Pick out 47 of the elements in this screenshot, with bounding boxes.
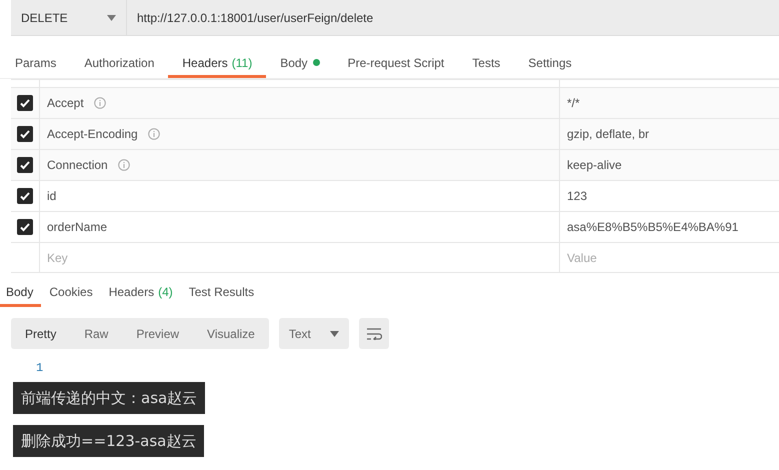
header-key: Connection (47, 156, 108, 174)
view-mode-tab[interactable]: Visualize (193, 318, 269, 349)
header-value: keep-alive (567, 157, 622, 174)
caret-icon (330, 330, 339, 336)
checkmark-icon (19, 159, 31, 171)
request-tab[interactable]: Tests (458, 47, 514, 78)
console-output: 前端传递的中文：asa赵云 (13, 382, 206, 414)
request-tab[interactable]: Body (266, 47, 334, 78)
response-tab[interactable]: Cookies (41, 276, 101, 307)
checkbox[interactable] (17, 126, 33, 142)
header-value: 123 (567, 188, 588, 205)
wrap-icon (366, 328, 382, 340)
header-key: orderName (47, 218, 108, 236)
checkbox[interactable] (17, 188, 33, 204)
header-key: Accept (47, 94, 84, 112)
key-field[interactable]: Key (40, 243, 560, 272)
checkmark-icon (19, 97, 31, 109)
checkmark-icon (19, 221, 31, 233)
header-value: asa%E8%B5%B5%E4%BA%91 (567, 219, 738, 236)
response-tab[interactable]: Headers (4) (100, 276, 181, 307)
view-mode-tab[interactable]: Raw (70, 318, 122, 349)
response-tab[interactable]: Body (0, 276, 42, 307)
view-mode-tab[interactable]: Preview (122, 318, 194, 349)
header-key: Accept-Encoding (47, 125, 138, 143)
request-tab[interactable]: Settings (514, 47, 586, 78)
url-field[interactable]: http://127.0.0.1:18001/user/userFeign/delete (127, 0, 779, 36)
checkbox[interactable] (17, 95, 33, 111)
view-mode-tab[interactable]: Pretty (11, 318, 70, 349)
checkmark-icon (19, 190, 31, 202)
request-tab[interactable]: Params (0, 47, 70, 78)
response-tab[interactable]: Test Results (180, 276, 262, 307)
line-number: 1 (36, 360, 44, 377)
value-field[interactable]: Value (560, 243, 779, 272)
console-output: 删除成功==123-asa赵云 (13, 425, 204, 457)
format-dropdown[interactable]: Text (278, 318, 349, 349)
request-tab[interactable]: Authorization (70, 47, 168, 78)
request-tab[interactable]: Pre-request Script (334, 47, 458, 78)
checkmark-icon (19, 128, 31, 140)
caret-icon (107, 14, 116, 20)
request-tab[interactable]: Headers (11) (168, 47, 266, 78)
checkbox[interactable] (17, 219, 33, 235)
header-key: id (47, 187, 56, 205)
header-value: gzip, deflate, br (567, 126, 650, 143)
method-dropdown[interactable]: DELETE (11, 0, 127, 36)
checkbox[interactable] (17, 157, 33, 173)
wrap-button[interactable] (358, 318, 389, 349)
header-value: */* (567, 95, 580, 112)
